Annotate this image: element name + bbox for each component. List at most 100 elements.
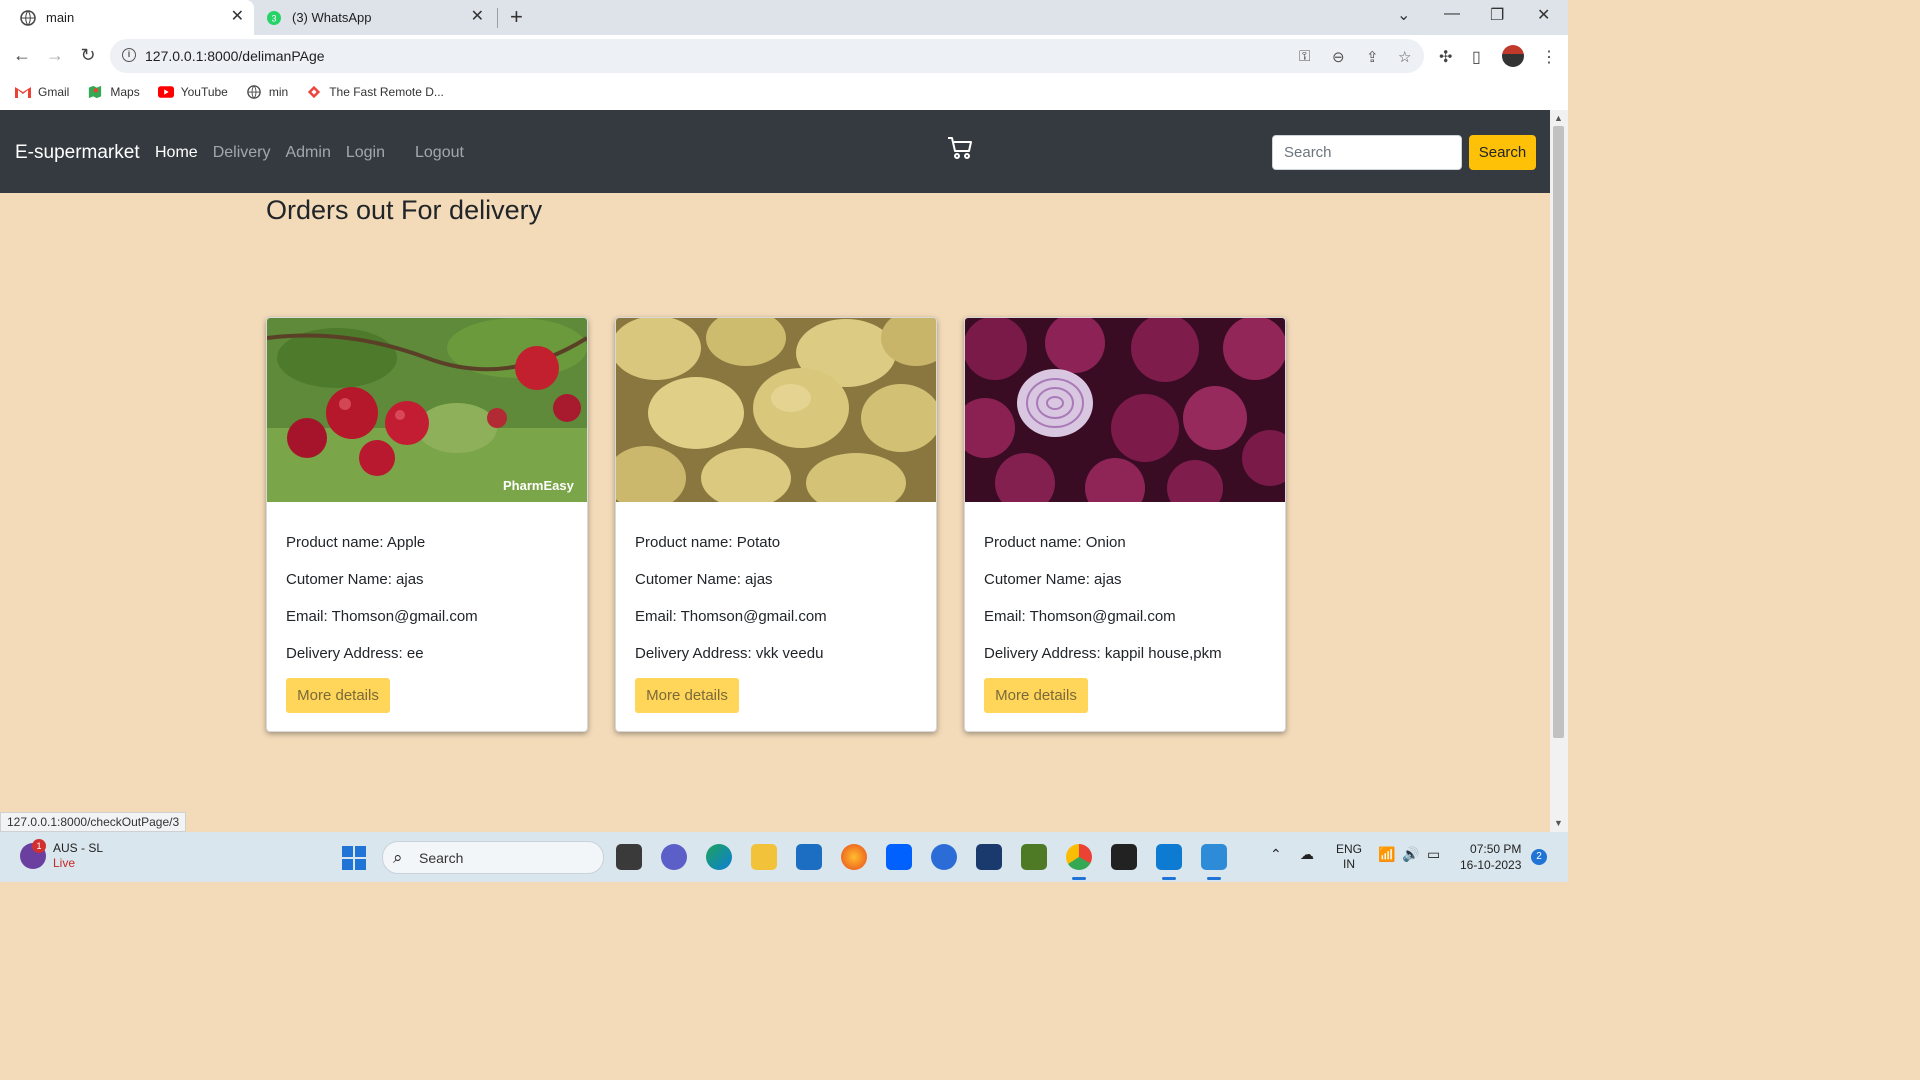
- taskbar-search[interactable]: ⌕ Search: [382, 841, 604, 874]
- clock-time: 07:50 PM: [1470, 842, 1522, 856]
- side-panel-icon[interactable]: ▯: [1472, 47, 1481, 67]
- edge-icon[interactable]: [706, 844, 732, 870]
- word-app-icon[interactable]: [931, 844, 957, 870]
- windows-start-icon[interactable]: [342, 846, 366, 870]
- bookmark-app-icon[interactable]: [976, 844, 1002, 870]
- search-input[interactable]: [1272, 135, 1462, 170]
- restore-icon[interactable]: ❐: [1490, 5, 1504, 25]
- product-name: Product name: Onion: [984, 534, 1126, 551]
- new-tab-icon[interactable]: +: [510, 6, 523, 28]
- customer-name: Cutomer Name: ajas: [635, 571, 773, 588]
- scrollbar-thumb[interactable]: [1553, 126, 1564, 738]
- more-details-button[interactable]: More details: [984, 678, 1088, 713]
- tab-title: main: [46, 10, 75, 25]
- bookmark-maps[interactable]: Maps: [87, 84, 140, 99]
- nav-admin[interactable]: Admin: [285, 144, 330, 162]
- dropbox-icon[interactable]: [886, 844, 912, 870]
- notification-count[interactable]: 2: [1531, 849, 1547, 865]
- notification-badge: 1: [32, 839, 46, 853]
- epic-games-icon[interactable]: [1111, 844, 1137, 870]
- widget-title: AUS - SL: [53, 841, 104, 855]
- globe-icon: [20, 9, 36, 26]
- potato-image: [616, 318, 936, 502]
- bookmark-label: Maps: [110, 84, 140, 99]
- nav-logout[interactable]: Logout: [415, 144, 464, 162]
- bookmark-gmail[interactable]: Gmail: [15, 85, 69, 99]
- nav-links: Home Delivery Admin Login Logout: [155, 144, 479, 162]
- maps-icon: [89, 85, 102, 98]
- apple-image: PharmEasy: [267, 318, 587, 502]
- scroll-down-icon[interactable]: ▼: [1554, 818, 1563, 828]
- bookmark-youtube[interactable]: YouTube: [157, 84, 228, 99]
- file-explorer-icon[interactable]: [751, 844, 777, 870]
- share-icon[interactable]: ⇪: [1366, 48, 1379, 66]
- address-bar[interactable]: i 127.0.0.1:8000/delimanPAge ⚿ ⊖ ⇪ ☆: [110, 39, 1424, 73]
- youtube-icon: [157, 85, 174, 98]
- close-tab-icon[interactable]: ✕: [471, 9, 484, 25]
- close-tab-icon[interactable]: ✕: [231, 9, 244, 25]
- star-icon[interactable]: ☆: [1398, 48, 1411, 66]
- volume-icon[interactable]: 🔊: [1402, 846, 1419, 863]
- product-name: Product name: Apple: [286, 534, 426, 551]
- onion-image: [965, 318, 1285, 502]
- mail-icon[interactable]: [796, 844, 822, 870]
- whatsapp-icon: 3: [266, 10, 282, 26]
- more-details-button[interactable]: More details: [635, 678, 739, 713]
- close-window-icon[interactable]: ✕: [1537, 5, 1550, 25]
- tab-separator: [497, 8, 498, 28]
- wifi-icon[interactable]: 📶: [1378, 846, 1395, 863]
- product-name: Product name: Potato: [635, 534, 781, 551]
- search-button[interactable]: Search: [1469, 135, 1536, 170]
- language-indicator[interactable]: ENG IN: [1336, 842, 1362, 872]
- chrome-icon[interactable]: [1066, 844, 1092, 880]
- notepad-icon[interactable]: [1201, 844, 1227, 880]
- nav-delivery[interactable]: Delivery: [213, 144, 271, 162]
- menu-icon[interactable]: ⋮: [1541, 47, 1557, 67]
- delivery-address: Delivery Address: vkk veedu: [635, 645, 824, 662]
- zoom-icon[interactable]: ⊖: [1332, 48, 1345, 66]
- more-details-button[interactable]: More details: [286, 678, 390, 713]
- nav-login[interactable]: Login: [346, 144, 385, 162]
- reload-icon[interactable]: ↻: [78, 45, 98, 65]
- page-scrollbar[interactable]: ▲ ▼: [1550, 110, 1568, 832]
- vim-icon[interactable]: [1021, 844, 1047, 870]
- tab-main[interactable]: main ✕: [0, 0, 254, 35]
- vscode-icon[interactable]: [1156, 844, 1182, 880]
- forward-icon[interactable]: →: [45, 45, 65, 65]
- url-text[interactable]: 127.0.0.1:8000/delimanPAge: [145, 48, 325, 64]
- bookmarks-bar: Gmail Maps YouTube min The Fast Remote D…: [0, 76, 1568, 107]
- taskbar-clock[interactable]: 07:50 PM 16-10-2023: [1460, 841, 1521, 873]
- tab-search-icon[interactable]: ⌄: [1397, 5, 1410, 25]
- back-icon[interactable]: ←: [12, 45, 32, 65]
- bookmark-anydesk[interactable]: The Fast Remote D...: [306, 85, 444, 99]
- browser-toolbar: ← → ↻ i 127.0.0.1:8000/delimanPAge ⚿ ⊖ ⇪…: [0, 35, 1568, 76]
- site-info-icon[interactable]: i: [122, 48, 136, 62]
- scroll-up-icon[interactable]: ▲: [1554, 113, 1563, 123]
- teams-chat-icon[interactable]: [661, 844, 687, 870]
- order-card: PharmEasy Product name: Apple Cutomer Na…: [266, 317, 588, 732]
- taskbar-search-label: Search: [419, 850, 464, 866]
- site-brand[interactable]: E-supermarket: [15, 142, 140, 164]
- cart-icon[interactable]: [946, 134, 974, 162]
- bookmark-label: min: [268, 84, 289, 99]
- task-view-icon[interactable]: [616, 844, 642, 870]
- firefox-icon[interactable]: [841, 844, 867, 870]
- profile-avatar[interactable]: [1502, 45, 1524, 67]
- key-icon[interactable]: ⚿: [1299, 48, 1310, 65]
- globe-icon: [247, 84, 261, 99]
- tab-strip: main ✕ 3 (3) WhatsApp ✕ + ⌄ — ❐ ✕: [0, 0, 1568, 35]
- battery-icon[interactable]: ▭: [1427, 846, 1440, 863]
- tray-overflow-icon[interactable]: ⌃: [1270, 846, 1282, 863]
- nav-home[interactable]: Home: [155, 144, 198, 162]
- customer-email: Email: Thomson@gmail.com: [984, 608, 1176, 625]
- bookmark-min[interactable]: min: [246, 85, 288, 99]
- search-icon: ⌕: [393, 848, 403, 867]
- onedrive-icon[interactable]: ☁: [1300, 846, 1314, 863]
- customer-name: Cutomer Name: ajas: [984, 571, 1122, 588]
- minimize-icon[interactable]: —: [1444, 5, 1460, 23]
- weather-widget[interactable]: 1 AUS - SL Live: [20, 839, 104, 871]
- tab-whatsapp[interactable]: 3 (3) WhatsApp ✕: [258, 0, 494, 35]
- gmail-icon: [15, 86, 31, 98]
- extensions-icon[interactable]: ✣: [1439, 47, 1452, 67]
- bookmark-label: YouTube: [180, 84, 228, 99]
